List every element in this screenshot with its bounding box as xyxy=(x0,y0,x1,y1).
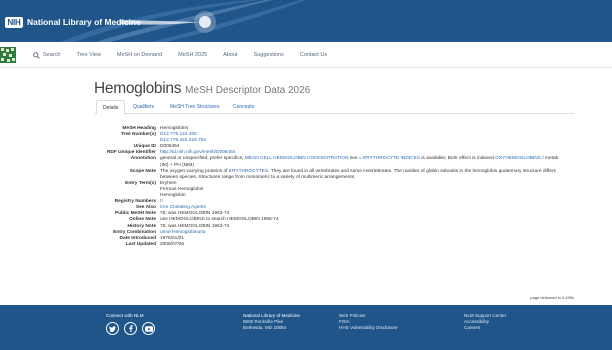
footer-connect: Connect with NLM xyxy=(106,313,144,319)
row-annotation: Annotation general or unspecified; prefe… xyxy=(94,156,574,168)
nlm-title[interactable]: National Library of Medicine xyxy=(27,17,141,28)
nav-search-label: Search xyxy=(43,52,61,58)
row-tree-numbers: Tree Number(s) D12.776.124.400 D12.776.4… xyxy=(94,132,574,144)
label-annotation: Annotation xyxy=(130,156,156,162)
nav-search[interactable]: Search xyxy=(33,51,61,59)
youtube-icon[interactable] xyxy=(142,322,155,335)
nav-mesh-2025[interactable]: MeSH 2025 xyxy=(178,52,207,58)
value-scope-note: The oxygen-carrying proteins of ERYTHROC… xyxy=(160,169,560,181)
search-icon xyxy=(33,51,40,59)
label-tree-numbers: Tree Number(s) xyxy=(120,132,156,138)
annotation-text: see = xyxy=(348,156,364,162)
page-title: Hemoglobins MeSH Descriptor Data 2026 xyxy=(94,80,310,98)
erythrocyte-indices-link[interactable]: ERYTHROCYTE INDICES xyxy=(363,156,420,161)
scope-note-text: The oxygen-carrying proteins of xyxy=(160,168,229,174)
footer-policies: Web Policies FOIA HHS Vulnerability Disc… xyxy=(339,313,398,331)
value-last-updated: 2006/07/06 xyxy=(160,241,185,247)
annotation-text: general or unspecified; prefer specifics… xyxy=(160,156,245,162)
erythrocytes-link[interactable]: ERYTHROCYTES xyxy=(229,169,268,174)
site-footer: Connect with NLM National Library of Med… xyxy=(0,305,612,350)
footer-link-hhs-vulnerability[interactable]: HHS Vulnerability Disclosure xyxy=(339,325,398,331)
tab-details[interactable]: Details xyxy=(96,100,126,115)
social-icons xyxy=(106,322,155,335)
value-annotation: general or unspecified; prefer specifics… xyxy=(160,156,560,168)
facebook-icon[interactable] xyxy=(124,322,137,335)
main-nav: Search Tree View MeSH on Demand MeSH 202… xyxy=(0,42,612,68)
page-delivered-time: page delivered in 0.155s xyxy=(530,295,574,300)
descriptor-details: MeSH Heading Hemoglobins Tree Number(s) … xyxy=(94,126,574,248)
nav-contact-us[interactable]: Contact Us xyxy=(300,52,327,58)
nav-mesh-on-demand[interactable]: MeSH on Demand xyxy=(117,52,162,58)
mesh-logo-icon[interactable] xyxy=(0,47,16,63)
tab-qualifiers[interactable]: Qualifiers xyxy=(127,100,160,114)
descriptor-type: MeSH Descriptor Data 2026 xyxy=(185,85,311,96)
mean-cell-hemoglobin-link[interactable]: MEAN CELL HEMOGLOBIN CONCENTRATION xyxy=(245,156,349,161)
nav-suggestions[interactable]: Suggestions xyxy=(254,52,284,58)
label-scope-note: Scope Note xyxy=(129,168,156,174)
descriptor-term: Hemoglobins xyxy=(94,80,182,97)
tab-mesh-tree-structures[interactable]: MeSH Tree Structures xyxy=(164,100,225,114)
label-last-updated: Last Updated xyxy=(125,241,156,247)
descriptor-tabs: Details Qualifiers MeSH Tree Structures … xyxy=(94,100,574,115)
nlm-header-banner: NIH National Library of Medicine xyxy=(0,0,612,42)
nih-logo[interactable]: NIH xyxy=(5,17,23,28)
entry-combination-link[interactable]: urine:Hemoglobinuria xyxy=(160,230,206,235)
annotation-text: is available; Bohr effect is indexed xyxy=(419,156,496,162)
footer-address: National Library of Medicine 8600 Rockvi… xyxy=(243,313,300,331)
twitter-icon[interactable] xyxy=(106,322,119,335)
row-entry-terms: Entry Term(s) Eryhem Ferrous Hemoglobin … xyxy=(94,181,574,199)
footer-address-line: Bethesda, MD 20894 xyxy=(243,325,287,330)
see-also-link[interactable]: Iron Chelating Agents xyxy=(160,205,206,210)
row-scope-note: Scope Note The oxygen-carrying proteins … xyxy=(94,169,574,181)
registry-number-link[interactable]: 0 xyxy=(160,199,163,204)
rdf-identifier-link[interactable]: http://id.nlm.nih.gov/mesh/D006454 xyxy=(160,150,235,155)
oxyhemoglobins-link[interactable]: OXYHEMOGLOBINS xyxy=(495,156,541,161)
footer-link-careers[interactable]: Careers xyxy=(464,325,506,331)
footer-connect-heading: Connect with NLM xyxy=(106,313,144,318)
nav-tree-view[interactable]: Tree View xyxy=(76,52,100,58)
nav-about[interactable]: About xyxy=(223,52,237,58)
row-last-updated: Last Updated 2006/07/06 xyxy=(94,242,574,248)
label-entry-terms: Entry Term(s) xyxy=(125,180,156,186)
footer-support: NLM Support Center Accessibility Careers xyxy=(464,313,506,331)
tab-concepts[interactable]: Concepts xyxy=(227,100,260,114)
